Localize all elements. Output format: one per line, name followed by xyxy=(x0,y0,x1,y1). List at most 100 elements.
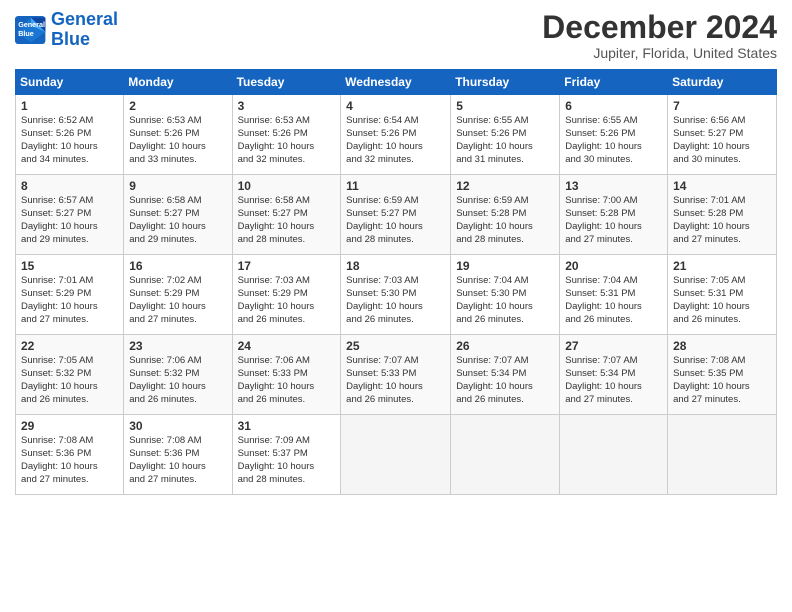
day-number: 25 xyxy=(346,339,445,353)
day-number: 18 xyxy=(346,259,445,273)
day-number: 15 xyxy=(21,259,118,273)
calendar-week-5: 29 Sunrise: 7:08 AM Sunset: 5:36 PM Dayli… xyxy=(16,415,777,495)
day-info: Sunrise: 7:01 AM Sunset: 5:29 PM Dayligh… xyxy=(21,275,118,326)
col-tuesday: Tuesday xyxy=(232,70,341,95)
day-number: 24 xyxy=(238,339,336,353)
calendar-table: Sunday Monday Tuesday Wednesday Thursday… xyxy=(15,69,777,495)
day-number: 2 xyxy=(129,99,226,113)
table-row: 13 Sunrise: 7:00 AM Sunset: 5:28 PM Dayli… xyxy=(560,175,668,255)
table-row: 31 Sunrise: 7:09 AM Sunset: 5:37 PM Dayli… xyxy=(232,415,341,495)
day-number: 14 xyxy=(673,179,771,193)
day-number: 10 xyxy=(238,179,336,193)
day-number: 31 xyxy=(238,419,336,433)
calendar-week-4: 22 Sunrise: 7:05 AM Sunset: 5:32 PM Dayli… xyxy=(16,335,777,415)
day-info: Sunrise: 7:00 AM Sunset: 5:28 PM Dayligh… xyxy=(565,195,662,246)
page-container: General Blue General Blue December 2024 … xyxy=(0,0,792,505)
day-number: 6 xyxy=(565,99,662,113)
svg-text:Blue: Blue xyxy=(18,29,34,38)
day-number: 13 xyxy=(565,179,662,193)
day-number: 27 xyxy=(565,339,662,353)
day-info: Sunrise: 7:04 AM Sunset: 5:31 PM Dayligh… xyxy=(565,275,662,326)
day-info: Sunrise: 6:58 AM Sunset: 5:27 PM Dayligh… xyxy=(238,195,336,246)
day-number: 20 xyxy=(565,259,662,273)
table-row: 24 Sunrise: 7:06 AM Sunset: 5:33 PM Dayli… xyxy=(232,335,341,415)
table-row: 14Sunrise: 7:01 AM Sunset: 5:28 PM Dayli… xyxy=(668,175,777,255)
table-row: 4 Sunrise: 6:54 AM Sunset: 5:26 PM Daylig… xyxy=(341,95,451,175)
calendar-week-2: 8Sunrise: 6:57 AM Sunset: 5:27 PM Daylig… xyxy=(16,175,777,255)
day-number: 9 xyxy=(129,179,226,193)
day-info: Sunrise: 7:02 AM Sunset: 5:29 PM Dayligh… xyxy=(129,275,226,326)
logo-line2: Blue xyxy=(51,29,90,49)
table-row: 9Sunrise: 6:58 AM Sunset: 5:27 PM Daylig… xyxy=(124,175,232,255)
logo-text: General Blue xyxy=(51,10,118,50)
location: Jupiter, Florida, United States xyxy=(542,45,777,61)
day-info: Sunrise: 6:53 AM Sunset: 5:26 PM Dayligh… xyxy=(238,115,336,166)
col-wednesday: Wednesday xyxy=(341,70,451,95)
col-saturday: Saturday xyxy=(668,70,777,95)
day-info: Sunrise: 6:59 AM Sunset: 5:28 PM Dayligh… xyxy=(456,195,554,246)
table-row: 11 Sunrise: 6:59 AM Sunset: 5:27 PM Dayli… xyxy=(341,175,451,255)
table-row: 30 Sunrise: 7:08 AM Sunset: 5:36 PM Dayli… xyxy=(124,415,232,495)
logo-icon: General Blue xyxy=(15,16,47,44)
table-row xyxy=(560,415,668,495)
day-info: Sunrise: 7:05 AM Sunset: 5:31 PM Dayligh… xyxy=(673,275,771,326)
day-number: 16 xyxy=(129,259,226,273)
day-number: 8 xyxy=(21,179,118,193)
title-block: December 2024 Jupiter, Florida, United S… xyxy=(542,10,777,61)
day-info: Sunrise: 7:08 AM Sunset: 5:35 PM Dayligh… xyxy=(673,355,771,406)
table-row: 20 Sunrise: 7:04 AM Sunset: 5:31 PM Dayli… xyxy=(560,255,668,335)
table-row: 28Sunrise: 7:08 AM Sunset: 5:35 PM Dayli… xyxy=(668,335,777,415)
table-row: 16 Sunrise: 7:02 AM Sunset: 5:29 PM Dayli… xyxy=(124,255,232,335)
table-row: 17 Sunrise: 7:03 AM Sunset: 5:29 PM Dayli… xyxy=(232,255,341,335)
day-number: 23 xyxy=(129,339,226,353)
day-number: 11 xyxy=(346,179,445,193)
svg-text:General: General xyxy=(18,20,45,29)
table-row: 29 Sunrise: 7:08 AM Sunset: 5:36 PM Dayli… xyxy=(16,415,124,495)
day-info: Sunrise: 7:09 AM Sunset: 5:37 PM Dayligh… xyxy=(238,435,336,486)
day-info: Sunrise: 7:03 AM Sunset: 5:30 PM Dayligh… xyxy=(346,275,445,326)
table-row: 18 Sunrise: 7:03 AM Sunset: 5:30 PM Dayli… xyxy=(341,255,451,335)
day-number: 5 xyxy=(456,99,554,113)
month-title: December 2024 xyxy=(542,10,777,45)
day-number: 7 xyxy=(673,99,771,113)
col-monday: Monday xyxy=(124,70,232,95)
day-info: Sunrise: 6:53 AM Sunset: 5:26 PM Dayligh… xyxy=(129,115,226,166)
table-row: 21Sunrise: 7:05 AM Sunset: 5:31 PM Dayli… xyxy=(668,255,777,335)
day-info: Sunrise: 6:59 AM Sunset: 5:27 PM Dayligh… xyxy=(346,195,445,246)
col-friday: Friday xyxy=(560,70,668,95)
table-row: 6 Sunrise: 6:55 AM Sunset: 5:26 PM Daylig… xyxy=(560,95,668,175)
table-row: 26Sunrise: 7:07 AM Sunset: 5:34 PM Dayli… xyxy=(451,335,560,415)
day-number: 17 xyxy=(238,259,336,273)
day-info: Sunrise: 7:07 AM Sunset: 5:34 PM Dayligh… xyxy=(565,355,662,406)
day-number: 4 xyxy=(346,99,445,113)
table-row: 7Sunrise: 6:56 AM Sunset: 5:27 PM Daylig… xyxy=(668,95,777,175)
day-number: 22 xyxy=(21,339,118,353)
day-info: Sunrise: 7:04 AM Sunset: 5:30 PM Dayligh… xyxy=(456,275,554,326)
day-info: Sunrise: 7:07 AM Sunset: 5:34 PM Dayligh… xyxy=(456,355,554,406)
col-thursday: Thursday xyxy=(451,70,560,95)
day-info: Sunrise: 6:55 AM Sunset: 5:26 PM Dayligh… xyxy=(565,115,662,166)
table-row: 23Sunrise: 7:06 AM Sunset: 5:32 PM Dayli… xyxy=(124,335,232,415)
day-info: Sunrise: 7:05 AM Sunset: 5:32 PM Dayligh… xyxy=(21,355,118,406)
table-row: 25Sunrise: 7:07 AM Sunset: 5:33 PM Dayli… xyxy=(341,335,451,415)
table-row: 5Sunrise: 6:55 AM Sunset: 5:26 PM Daylig… xyxy=(451,95,560,175)
day-info: Sunrise: 7:03 AM Sunset: 5:29 PM Dayligh… xyxy=(238,275,336,326)
table-row xyxy=(668,415,777,495)
day-info: Sunrise: 6:52 AM Sunset: 5:26 PM Dayligh… xyxy=(21,115,118,166)
day-number: 29 xyxy=(21,419,118,433)
table-row: 12 Sunrise: 6:59 AM Sunset: 5:28 PM Dayli… xyxy=(451,175,560,255)
day-info: Sunrise: 7:06 AM Sunset: 5:33 PM Dayligh… xyxy=(238,355,336,406)
day-info: Sunrise: 6:54 AM Sunset: 5:26 PM Dayligh… xyxy=(346,115,445,166)
day-number: 19 xyxy=(456,259,554,273)
table-row: 19 Sunrise: 7:04 AM Sunset: 5:30 PM Dayli… xyxy=(451,255,560,335)
table-row: 1 Sunrise: 6:52 AM Sunset: 5:26 PM Daylig… xyxy=(16,95,124,175)
col-sunday: Sunday xyxy=(16,70,124,95)
day-number: 30 xyxy=(129,419,226,433)
table-row xyxy=(341,415,451,495)
day-number: 12 xyxy=(456,179,554,193)
day-number: 3 xyxy=(238,99,336,113)
day-info: Sunrise: 7:08 AM Sunset: 5:36 PM Dayligh… xyxy=(21,435,118,486)
day-number: 1 xyxy=(21,99,118,113)
table-row: 22 Sunrise: 7:05 AM Sunset: 5:32 PM Dayli… xyxy=(16,335,124,415)
day-info: Sunrise: 7:08 AM Sunset: 5:36 PM Dayligh… xyxy=(129,435,226,486)
